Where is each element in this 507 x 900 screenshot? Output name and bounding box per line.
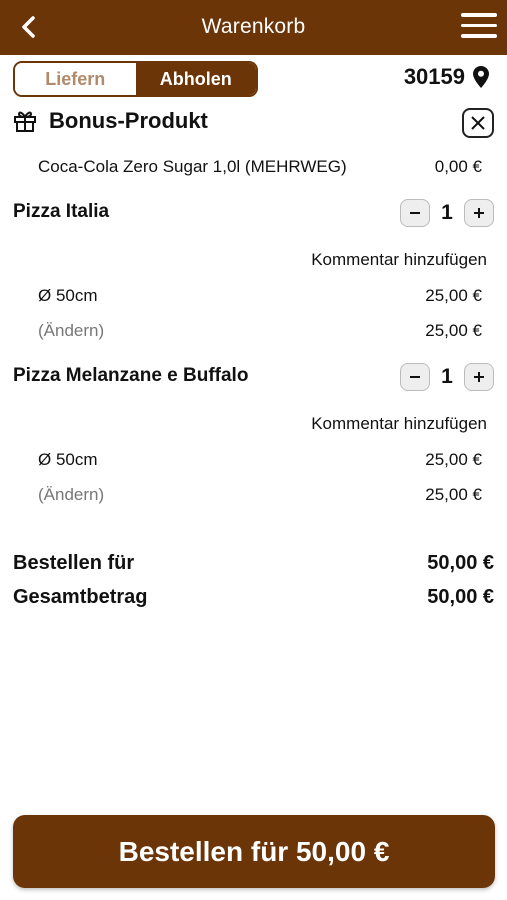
bonus-product-header: Bonus-Produkt [13,108,208,134]
gift-icon [14,111,36,132]
plus-icon [474,208,484,218]
bonus-product-price: 0,00 € [434,157,482,176]
delivery-mode-toggle: Liefern Abholen [13,61,258,97]
item-size: Ø 50cm [38,286,98,305]
map-pin-icon [473,66,489,88]
order-for-value: 50,00 € [427,552,494,574]
tab-liefern[interactable]: Liefern [15,63,136,95]
bonus-product-name: Coca-Cola Zero Sugar 1,0l (MEHRWEG) [38,157,347,176]
quantity-stepper: 1 [400,199,494,227]
quantity-value: 1 [441,365,453,388]
hamburger-menu-icon[interactable] [461,13,497,43]
item-size-price: 25,00 € [425,450,482,469]
plus-icon [474,372,484,382]
item-total: 25,00 € [425,321,482,340]
total-value: 50,00 € [427,586,494,608]
decrease-quantity-button[interactable] [400,363,430,391]
order-for-label: Bestellen für [13,552,135,574]
close-icon [471,116,485,130]
quantity-stepper: 1 [400,363,494,391]
zip-code: 30159 [403,64,465,89]
quantity-value: 1 [441,201,453,224]
item-total: 25,00 € [425,485,482,504]
cart-item-title: Pizza Italia [13,201,110,222]
place-order-button[interactable]: Bestellen für 50,00 € [13,815,495,888]
change-item-link[interactable]: (Ändern) [38,485,104,505]
total-label: Gesamtbetrag [13,586,148,608]
location-selector[interactable]: 30159 [404,64,489,90]
increase-quantity-button[interactable] [464,199,494,227]
app-header: Warenkorb [0,0,507,55]
bonus-product-title: Bonus-Produkt [49,108,208,133]
increase-quantity-button[interactable] [464,363,494,391]
add-comment-link[interactable]: Kommentar hinzufügen [311,414,487,434]
item-size-price: 25,00 € [425,286,482,305]
add-comment-link[interactable]: Kommentar hinzufügen [311,250,487,270]
tab-abholen[interactable]: Abholen [135,63,256,95]
item-size: Ø 50cm [38,450,98,469]
page-title: Warenkorb [201,15,306,38]
change-item-link[interactable]: (Ändern) [38,321,104,341]
decrease-quantity-button[interactable] [400,199,430,227]
minus-icon [410,212,420,214]
minus-icon [410,376,420,378]
cart-item-title: Pizza Melanzane e Buffalo [13,365,249,386]
remove-bonus-button[interactable] [462,108,494,138]
